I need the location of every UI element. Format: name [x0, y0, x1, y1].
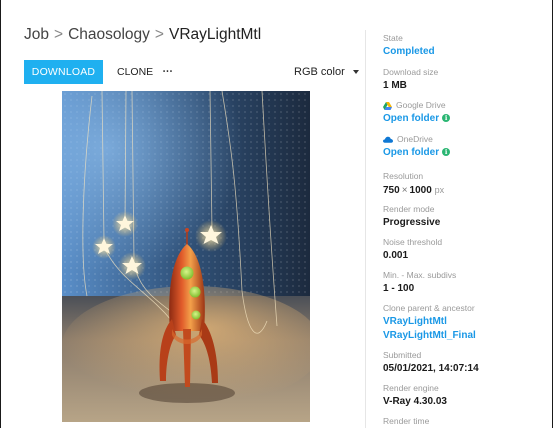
color-mode-value: RGB color: [294, 66, 345, 78]
noise-threshold-label: Noise threshold: [383, 237, 443, 247]
google-drive-label: Google Drive: [396, 100, 446, 110]
breadcrumb-separator: >: [154, 26, 164, 43]
google-drive-label-row: Google Drive: [383, 100, 450, 111]
download-size-value: 1 MB: [383, 80, 407, 91]
render-engine-value: V-Ray 4.30.03: [383, 396, 447, 407]
google-drive-field: Google Drive Open folder i: [383, 100, 451, 126]
breadcrumb-project[interactable]: Chaosology: [68, 26, 150, 43]
subdivs-value: 1 - 100: [383, 283, 415, 294]
clone-button[interactable]: CLONE: [109, 60, 161, 84]
submitted-value: 05/01/2021, 14:07:14: [383, 363, 479, 374]
google-drive-icon: [383, 101, 392, 110]
render-time-label: Render time: [383, 416, 430, 426]
onedrive-icon: [383, 136, 393, 143]
breadcrumb-current: VRayLightMtl: [168, 26, 262, 43]
render-time-field: Render time: [383, 416, 429, 427]
render-engine-label: Render engine: [383, 383, 439, 393]
resolution-times: ×: [401, 185, 408, 196]
state-field: State Completed: [383, 33, 435, 59]
onedrive-field: OneDrive Open folder i: [383, 134, 451, 160]
breadcrumb-job[interactable]: Job: [24, 26, 49, 43]
clone-parent-label: Clone parent & ancestor: [383, 303, 475, 313]
resolution-field: Resolution 750 × 1000 px: [383, 171, 444, 198]
clone-parent-field: Clone parent & ancestor VRayLightMtl VRa…: [383, 303, 476, 343]
render-mode-label: Render mode: [383, 204, 435, 214]
resolution-value: 750 × 1000 px: [383, 183, 444, 198]
render-preview-image: [62, 91, 310, 422]
state-value: Completed: [383, 46, 435, 57]
google-drive-open-folder-link[interactable]: Open folder i: [383, 112, 451, 126]
panel-divider: [365, 30, 366, 428]
resolution-unit: px: [434, 185, 445, 195]
render-engine-field: Render engine V-Ray 4.30.03: [383, 383, 447, 409]
rocket-render-illustration: [62, 91, 310, 422]
resolution-width: 750: [383, 185, 400, 196]
state-label: State: [383, 33, 403, 43]
breadcrumb-separator: >: [54, 26, 64, 43]
more-options-button[interactable]: ···: [155, 60, 179, 84]
download-size-field: Download size 1 MB: [383, 67, 438, 93]
clone-parent-link[interactable]: VRayLightMtl: [383, 315, 476, 329]
info-icon[interactable]: i: [442, 114, 451, 122]
info-icon[interactable]: i: [442, 148, 451, 156]
submitted-label: Submitted: [383, 350, 422, 360]
breadcrumb: Job > Chaosology > VRayLightMtl: [24, 26, 261, 44]
caret-down-icon: [352, 70, 359, 74]
subdivs-field: Min. - Max. subdivs 1 - 100: [383, 270, 456, 296]
onedrive-label: OneDrive: [397, 134, 433, 144]
render-mode-field: Render mode Progressive: [383, 204, 440, 230]
clone-ancestor-link[interactable]: VRayLightMtl_Final: [383, 329, 476, 343]
subdivs-label: Min. - Max. subdivs: [383, 270, 457, 280]
onedrive-label-row: OneDrive: [383, 134, 450, 145]
onedrive-open-folder-text: Open folder: [383, 147, 440, 158]
download-button[interactable]: DOWNLOAD: [24, 60, 103, 84]
download-size-label: Download size: [383, 67, 439, 77]
onedrive-open-folder-link[interactable]: Open folder i: [383, 146, 451, 160]
color-mode-select[interactable]: RGB color: [294, 60, 359, 84]
render-mode-value: Progressive: [383, 217, 441, 228]
resolution-height: 1000: [409, 185, 432, 196]
noise-threshold-field: Noise threshold 0.001: [383, 237, 442, 263]
resolution-label: Resolution: [383, 171, 424, 181]
submitted-field: Submitted 05/01/2021, 14:07:14: [383, 350, 479, 376]
google-drive-open-folder-text: Open folder: [383, 113, 440, 124]
job-detail-page: Job > Chaosology > VRayLightMtl DOWNLOAD CLO…: [0, 0, 553, 428]
noise-threshold-value: 0.001: [383, 250, 409, 261]
